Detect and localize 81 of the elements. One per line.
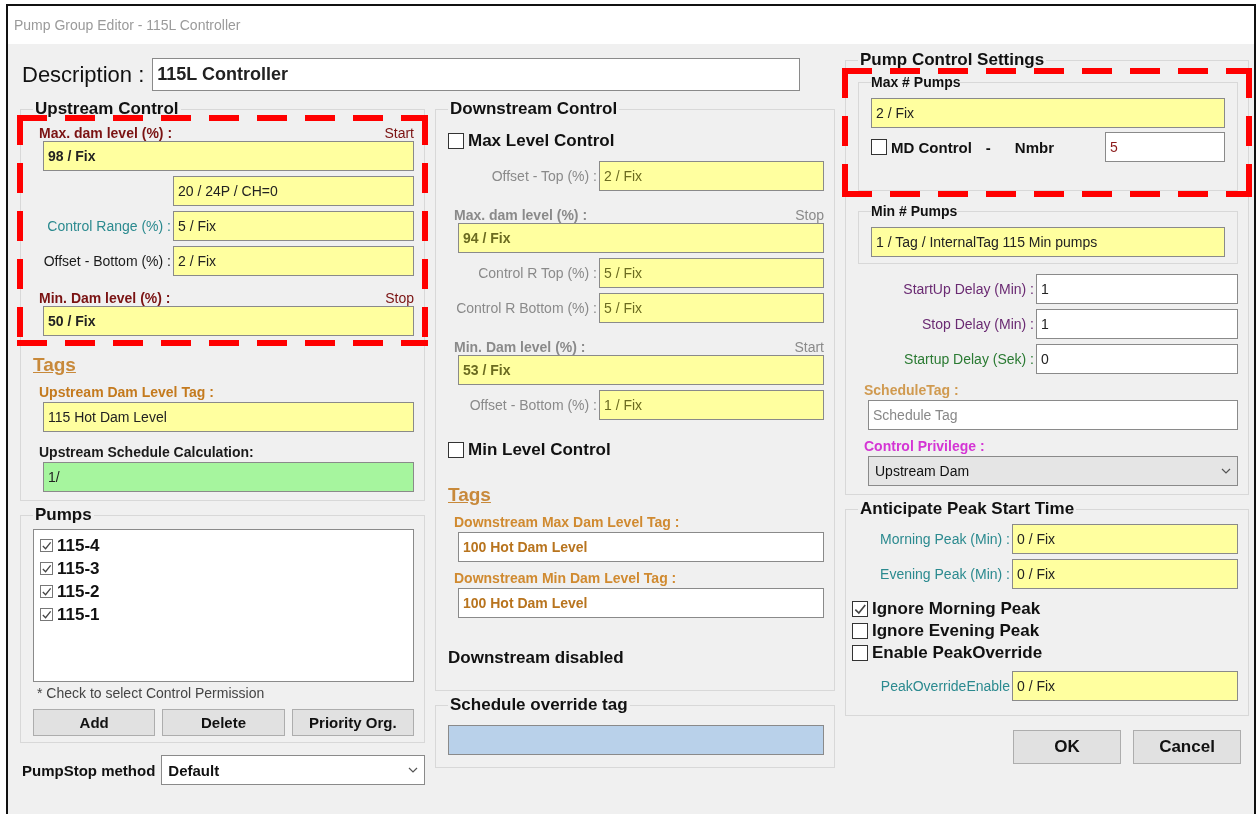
input-field[interactable]: 0 xyxy=(1036,344,1238,374)
field-label: PumpStop method xyxy=(22,761,156,779)
input-field[interactable]: 115 Hot Dam Level xyxy=(43,402,414,432)
field-label: Offset - Top (%) : xyxy=(490,168,598,184)
input-field[interactable]: 1 / Tag / InternalTag 115 Min pumps xyxy=(871,227,1225,257)
button[interactable]: OK xyxy=(1013,730,1121,764)
field-label: Startup Delay (Sek) : xyxy=(903,351,1035,367)
field-label: Min. Dam level (%) : xyxy=(39,290,171,306)
field-label: PeakOverrideEnable xyxy=(879,678,1011,694)
input-field[interactable]: 0 / Fix xyxy=(1012,559,1238,589)
input-field[interactable]: 1/ xyxy=(43,462,414,492)
checkbox[interactable]: Ignore Morning Peak xyxy=(852,599,1041,619)
input-field[interactable]: 0 / Fix xyxy=(1012,671,1238,701)
group-title: Schedule override tag xyxy=(449,695,629,715)
checkbox[interactable]: Enable PeakOverride xyxy=(852,643,1043,663)
group-title: Anticipate Peak Start Time xyxy=(859,499,1076,519)
field-label: Morning Peak (Min) : xyxy=(879,531,1011,547)
checkbox[interactable]: Max Level Control xyxy=(448,131,615,151)
input-field[interactable]: 1 xyxy=(1036,274,1238,304)
field-label: Evening Peak (Min) : xyxy=(879,566,1011,582)
input-field[interactable]: 2 / Fix xyxy=(871,98,1225,128)
field-label: Control Range (%) : xyxy=(46,218,172,234)
field-label: Control Privilege : xyxy=(864,438,986,454)
input-field[interactable]: 2 / Fix xyxy=(173,246,414,276)
checkbox[interactable]: 115-4 xyxy=(40,534,100,557)
field-label: StartUp Delay (Min) : xyxy=(902,281,1035,297)
input-field[interactable]: 100 Hot Dam Level xyxy=(458,532,824,562)
dropdown[interactable]: Upstream Dam xyxy=(868,456,1238,486)
input-field[interactable]: 20 / 24P / CH=0 xyxy=(173,176,414,206)
input-field[interactable]: 1 xyxy=(1036,309,1238,339)
input-field[interactable]: 5 / Fix xyxy=(173,211,414,241)
field-label: Downstream Max Dam Level Tag : xyxy=(454,514,681,530)
field-label: Upstream Dam Level Tag : xyxy=(39,384,215,400)
group-title: Min # Pumps xyxy=(871,203,958,219)
separator-text: - xyxy=(985,138,991,156)
field-label: Offset - Bottom (%) : xyxy=(468,397,598,413)
input-field[interactable]: 50 / Fix xyxy=(43,306,414,336)
field-label: Description : xyxy=(22,61,145,88)
field-label: Control R Top (%) : xyxy=(477,265,598,281)
input-field[interactable]: 0 / Fix xyxy=(1012,524,1238,554)
status-text: Downstream disabled xyxy=(448,648,625,668)
group-title: Downstream Control xyxy=(449,99,619,119)
checkbox[interactable]: 115-3 xyxy=(40,557,100,580)
group-title: Max # Pumps xyxy=(871,74,961,90)
hint-text: * Check to select Control Permission xyxy=(37,685,266,701)
input-field[interactable]: 100 Hot Dam Level xyxy=(458,588,824,618)
input-field[interactable]: Schedule Tag xyxy=(868,400,1238,430)
group-title: Pumps xyxy=(34,505,93,525)
field-label: Upstream Schedule Calculation: xyxy=(39,444,255,460)
pump-list[interactable]: 115-4 115-3 115-2 115-1 xyxy=(33,529,414,682)
button[interactable]: Add xyxy=(33,709,156,736)
hint-label: Start xyxy=(384,125,414,141)
field-label: Max. dam level (%) : xyxy=(454,207,588,223)
input-field[interactable]: 98 / Fix xyxy=(43,141,414,171)
section-heading: Tags xyxy=(33,354,76,376)
checkbox[interactable]: Min Level Control xyxy=(448,440,611,460)
hint-label: Start xyxy=(794,339,824,355)
field-label: Offset - Bottom (%) : xyxy=(42,253,172,269)
window-title: Pump Group Editor - 115L Controller xyxy=(14,17,241,33)
checkbox[interactable]: 115-2 xyxy=(40,580,100,603)
group-title: Pump Control Settings xyxy=(859,50,1046,70)
button[interactable]: Cancel xyxy=(1133,730,1241,764)
section-heading: Tags xyxy=(448,484,491,506)
field-label: ScheduleTag : xyxy=(864,382,960,398)
hint-label: Stop xyxy=(795,207,824,223)
field-label: Control R Bottom (%) : xyxy=(455,300,598,316)
checkbox[interactable]: Ignore Evening Peak xyxy=(852,621,1040,641)
field-label: Stop Delay (Min) : xyxy=(920,316,1035,332)
field-label: Downstream Min Dam Level Tag : xyxy=(454,570,678,586)
button[interactable]: Delete xyxy=(162,709,285,736)
field-label: Min. Dam level (%) : xyxy=(454,339,586,355)
field-label: Max. dam level (%) : xyxy=(39,125,173,141)
checkbox[interactable]: 115-1 xyxy=(40,603,100,626)
checkbox[interactable]: MD Control xyxy=(871,138,972,156)
input-field[interactable]: 5 xyxy=(1105,132,1225,162)
dropdown[interactable]: Default xyxy=(161,755,425,785)
group-title: Upstream Control xyxy=(34,99,180,119)
hint-label: Stop xyxy=(385,290,414,306)
input-field[interactable]: 115L Controller xyxy=(152,58,801,91)
field-label: Nmbr xyxy=(1014,138,1054,156)
button[interactable]: Priority Org. xyxy=(291,709,414,736)
